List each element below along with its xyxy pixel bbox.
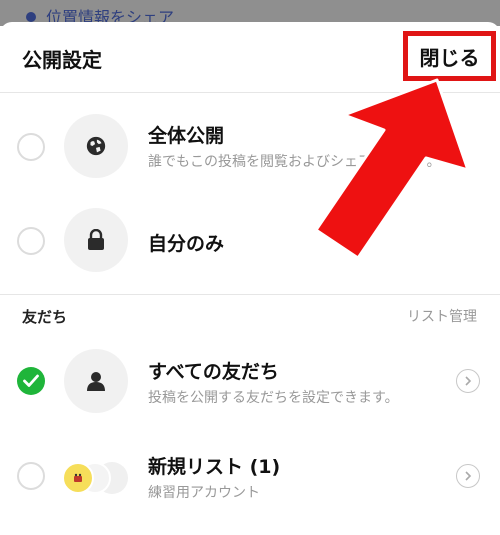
page-title: 公開設定: [22, 48, 102, 72]
person-icon: [64, 349, 128, 413]
option-only-me[interactable]: 自分のみ: [0, 189, 500, 291]
checkmark-icon: [23, 374, 39, 387]
location-dot-icon: [26, 12, 36, 22]
list-manage-link[interactable]: リスト管理: [407, 306, 477, 326]
section-divider: [0, 294, 500, 295]
friends-section-label: 友だち: [22, 308, 68, 326]
option-all-friends[interactable]: すべての友だち 投稿を公開する友だちを設定できます。: [0, 331, 500, 433]
lock-icon: [64, 208, 128, 272]
chevron-right-icon[interactable]: [456, 464, 480, 488]
radio-all-friends[interactable]: [17, 367, 45, 395]
option-title: 新規リスト (1): [148, 456, 281, 478]
header-divider: [0, 92, 500, 93]
option-title: すべての友だち: [148, 361, 279, 383]
radio-only-me[interactable]: [17, 227, 45, 255]
radio-public[interactable]: [17, 133, 45, 161]
option-title: 全体公開: [148, 125, 225, 147]
avatar-group-icon: [62, 462, 132, 502]
option-public[interactable]: 全体公開 誰でもこの投稿を閲覧およびシェアできます。: [0, 95, 500, 197]
option-title: 自分のみ: [148, 233, 225, 255]
globe-icon: [64, 114, 128, 178]
visibility-settings-sheet: 公開設定 閉じる 全体公開 誰でもこの投稿を閲覧およびシェアできます。 自分のみ: [0, 22, 500, 535]
chevron-right-icon[interactable]: [456, 369, 480, 393]
avatar: [62, 462, 94, 494]
sheet-header: 公開設定 閉じる: [0, 22, 500, 92]
option-subtitle: 投稿を公開する友だちを設定できます。: [148, 390, 399, 406]
option-subtitle: 誰でもこの投稿を閲覧およびシェアできます。: [148, 154, 441, 170]
close-button[interactable]: 閉じる: [403, 31, 496, 81]
radio-new-list[interactable]: [17, 462, 45, 490]
option-subtitle: 練習用アカウント: [148, 485, 260, 501]
